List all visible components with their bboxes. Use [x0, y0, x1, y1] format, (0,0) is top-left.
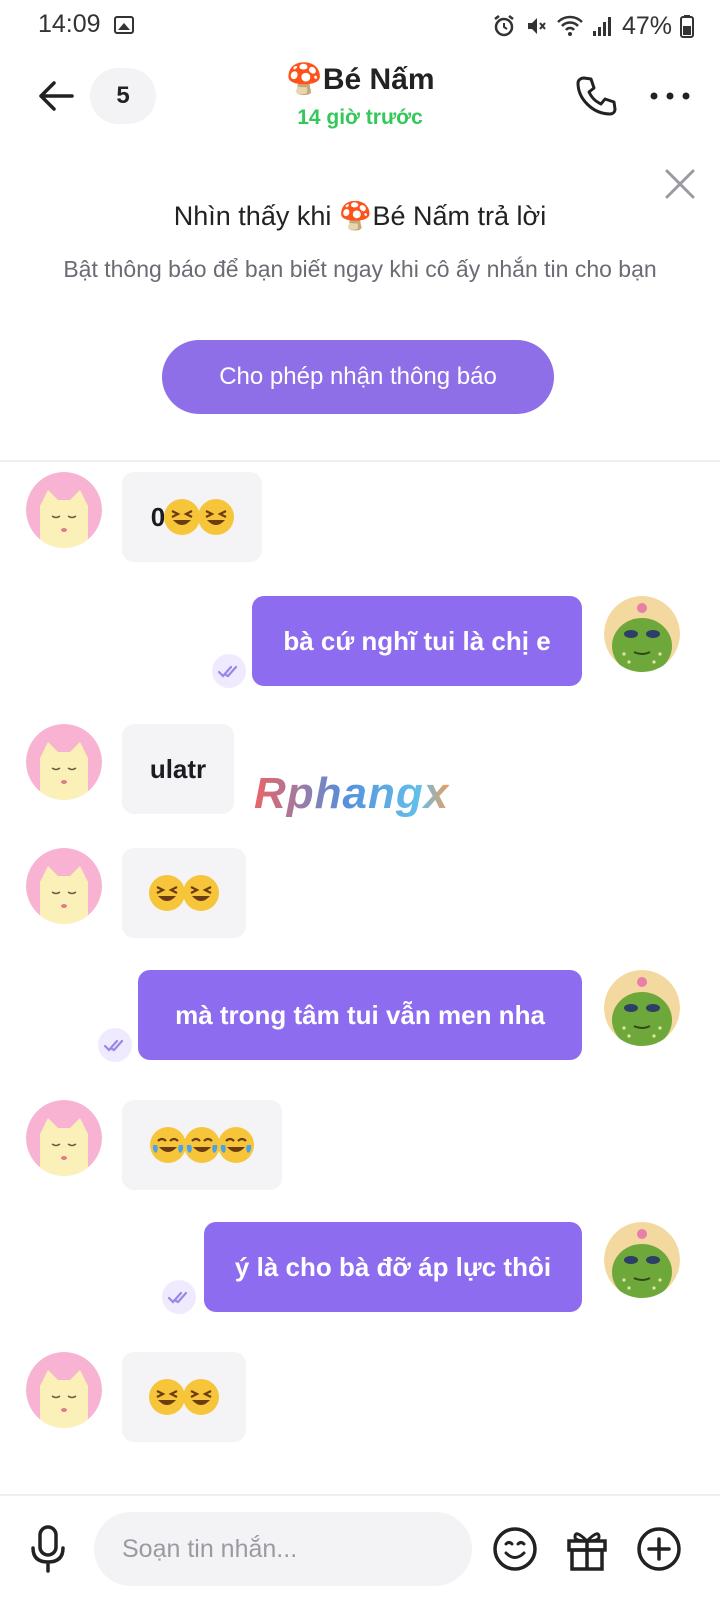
mute-icon [527, 18, 546, 34]
rphangx-watermark-icon: Rphangx [254, 769, 450, 818]
allow-notifications-button[interactable]: Cho phép nhận thông báo [162, 340, 554, 414]
svg-text:Rphangx: Rphangx [254, 769, 450, 818]
cactus-avatar-icon [604, 970, 680, 1046]
grinning-squint-emoji-icon [149, 875, 185, 911]
phone-icon [576, 76, 617, 116]
close-icon [665, 169, 695, 199]
read-receipt-icon [162, 1280, 196, 1314]
gift-icon [567, 1532, 607, 1571]
grinning-squint-emoji-icon [149, 1379, 185, 1415]
contact-avatar[interactable] [26, 472, 102, 548]
cat-avatar-icon [26, 1100, 102, 1176]
cat-avatar-icon [26, 472, 102, 548]
smiley-icon [493, 1527, 537, 1571]
grinning-squint-emoji-icon [183, 1379, 219, 1415]
gallery-notification-icon [114, 16, 134, 34]
my-avatar[interactable] [604, 970, 680, 1046]
my-avatar[interactable] [604, 1222, 680, 1298]
message-bubble-outgoing[interactable]: mà trong tâm tui vẫn men nha [138, 970, 582, 1060]
status-bar: 14:09 47% [0, 0, 720, 52]
message-bubble-incoming[interactable]: ulatr [122, 724, 234, 814]
message-composer [0, 1494, 720, 1600]
chat-header: 5 🍄Bé Nấm 14 giờ trước [0, 52, 720, 148]
alarm-icon [494, 15, 514, 37]
contact-avatar[interactable] [26, 848, 102, 924]
grinning-squint-emoji-icon [164, 499, 201, 535]
notification-prompt: Nhìn thấy khi 🍄Bé Nấm trả lời Bật thông … [0, 148, 720, 462]
signal-icon [592, 17, 611, 36]
message-bubble-incoming[interactable] [122, 848, 246, 938]
close-prompt-button[interactable] [662, 166, 698, 202]
message-text: 0 [150, 501, 166, 532]
add-attachment-button[interactable] [636, 1526, 682, 1572]
cactus-avatar-icon [604, 1222, 680, 1298]
cat-avatar-icon [26, 848, 102, 924]
more-options-button[interactable] [646, 74, 694, 118]
status-icons: 47% [492, 8, 694, 44]
tears-of-joy-emoji-icon [218, 1127, 254, 1163]
contact-avatar[interactable] [26, 1100, 102, 1176]
read-receipt-icon [212, 654, 246, 688]
emoji-button[interactable] [492, 1526, 538, 1572]
message-list[interactable]: 0 bà cứ nghĩ tui là chị e ulatr Rphangx … [0, 464, 720, 1494]
voice-call-button[interactable] [574, 74, 618, 118]
battery-icon [680, 15, 694, 38]
voice-message-button[interactable] [26, 1524, 70, 1574]
tears-of-joy-emoji-icon [184, 1127, 220, 1163]
cat-avatar-icon [26, 724, 102, 800]
message-bubble-incoming[interactable] [122, 1352, 246, 1442]
more-dots-icon [650, 92, 690, 100]
plus-circle-icon [637, 1527, 681, 1571]
gift-button[interactable] [564, 1526, 610, 1572]
contact-avatar[interactable] [26, 1352, 102, 1428]
watermark-logo: Rphangx [250, 764, 470, 835]
grinning-squint-emoji-icon [183, 875, 219, 911]
message-bubble-outgoing[interactable]: ý là cho bà đỡ áp lực thôi [204, 1222, 582, 1312]
microphone-icon [31, 1525, 65, 1573]
message-bubble-incoming[interactable] [122, 1100, 282, 1190]
my-avatar[interactable] [604, 596, 680, 672]
message-input[interactable] [94, 1512, 472, 1586]
cat-avatar-icon [26, 1352, 102, 1428]
tears-of-joy-emoji-icon [150, 1127, 186, 1163]
read-receipt-icon [98, 1028, 132, 1062]
prompt-description: Bật thông báo để bạn biết ngay khi cô ấy… [63, 256, 657, 282]
contact-avatar[interactable] [26, 724, 102, 800]
prompt-title: Nhìn thấy khi 🍄Bé Nấm trả lời [173, 201, 547, 231]
grinning-squint-emoji-icon [198, 499, 235, 535]
cactus-avatar-icon [604, 596, 680, 672]
message-input-container[interactable] [94, 1512, 472, 1586]
message-bubble-incoming[interactable]: 0 [122, 472, 262, 562]
battery-percentage: 47% [621, 11, 672, 40]
status-time: 14:09 [38, 10, 101, 38]
wifi-icon [557, 15, 583, 36]
message-bubble-outgoing[interactable]: bà cứ nghĩ tui là chị e [252, 596, 582, 686]
